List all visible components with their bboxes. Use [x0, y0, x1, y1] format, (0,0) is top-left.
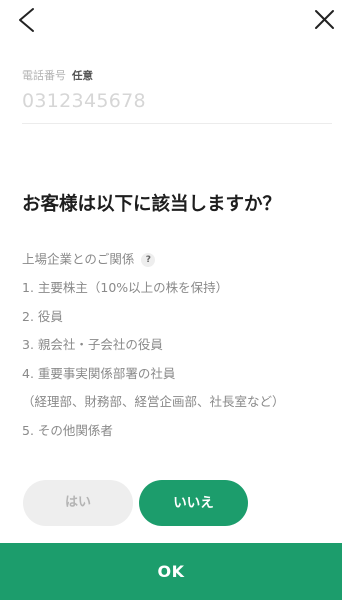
phone-label-row: 電話番号 任意 — [22, 66, 93, 82]
close-icon — [315, 10, 334, 29]
list-item: 2. 役員 — [22, 308, 63, 324]
phone-label: 電話番号 — [22, 69, 66, 82]
chevron-left-icon — [19, 8, 34, 32]
list-item: 4. 重要事実関係部署の社員 （経理部、財務部、経営企画部、社長室など） — [22, 360, 332, 417]
yes-button[interactable]: はい — [23, 480, 133, 526]
list-item: 1. 主要株主（10%以上の株を保持） — [22, 280, 229, 295]
list-item-note: （経理部、財務部、経営企画部、社長室など） — [22, 394, 285, 410]
phone-input[interactable] — [22, 86, 330, 116]
back-button[interactable] — [12, 4, 44, 36]
ok-button[interactable]: OK — [0, 543, 342, 600]
relation-list: 1. 主要株主（10%以上の株を保持） 2. 役員 3. 親会社・子会社の役員 … — [22, 274, 332, 446]
question-circle-icon[interactable]: ? — [141, 252, 156, 267]
close-button[interactable] — [304, 4, 336, 36]
relation-label: 上場企業とのご関係 — [22, 251, 135, 267]
list-item: 5. その他関係者 — [22, 422, 113, 438]
list-item: 3. 親会社・子会社の役員 — [22, 337, 163, 353]
list-item-text: 4. 重要事実関係部署の社員 — [22, 365, 176, 381]
optional-badge: 任意 — [72, 70, 93, 82]
no-button[interactable]: いいえ — [139, 480, 248, 526]
phone-input-underline — [22, 123, 332, 124]
relation-row: 上場企業とのご関係? — [22, 249, 156, 269]
question-heading: お客様は以下に該当しますか？ — [22, 194, 282, 215]
